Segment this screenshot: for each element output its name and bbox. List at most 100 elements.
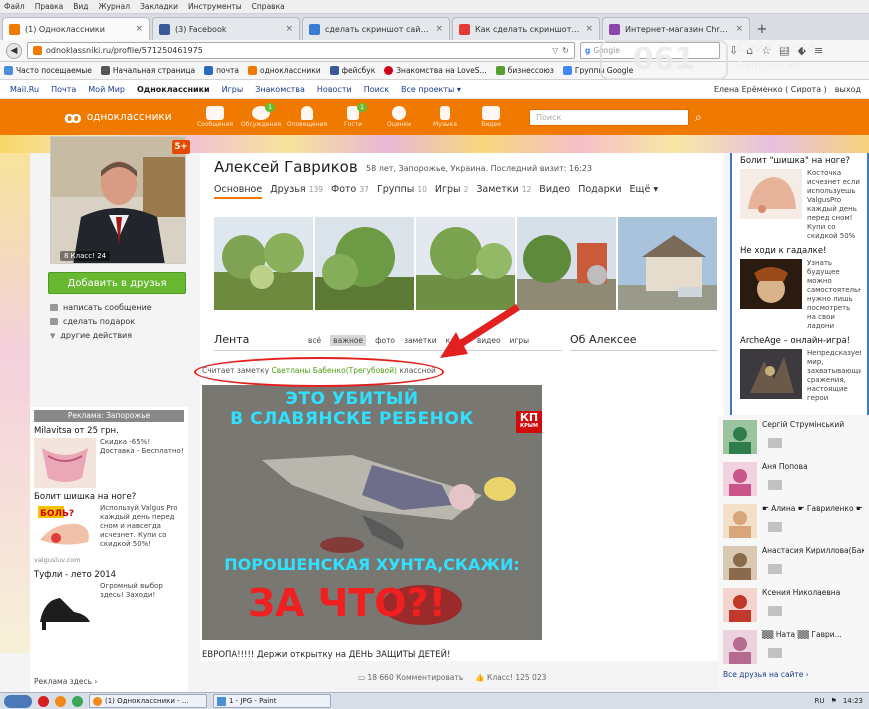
- menu-file[interactable]: Файл: [4, 2, 25, 11]
- tab-groups[interactable]: Группы 10: [377, 184, 427, 199]
- ads-here-link[interactable]: Реклама здесь ›: [30, 673, 101, 690]
- photo-thumbnail[interactable]: [416, 217, 515, 310]
- tab-chrome-store[interactable]: Интернет-магазин Chrome - ... ×: [602, 17, 750, 40]
- post-image[interactable]: ЭТО УБИТЫЙ В СЛАВЯНСКЕ РЕБЕНОК ПОРОШЕНСК…: [202, 385, 542, 640]
- filter-photo[interactable]: фото: [375, 336, 395, 346]
- message-icon[interactable]: [768, 564, 782, 574]
- tab-close-icon[interactable]: ×: [435, 24, 443, 34]
- menu-icon[interactable]: ≡: [814, 44, 823, 57]
- bookmark-loves[interactable]: Знакомства на LoveS...: [384, 66, 487, 75]
- bookmark-mail[interactable]: почта: [204, 66, 239, 75]
- tab-more[interactable]: Ещё ▾: [630, 184, 659, 199]
- new-tab-plus-icon[interactable]: +: [752, 18, 772, 40]
- message-icon[interactable]: [768, 438, 782, 448]
- profile-avatar[interactable]: [50, 136, 186, 264]
- ad-palmistry[interactable]: Не ходи к гадалке! Узнать будущее можно …: [732, 243, 867, 333]
- photo-thumbnail[interactable]: [618, 217, 717, 310]
- tab-close-icon[interactable]: ×: [135, 24, 143, 34]
- action-other[interactable]: ▼ другие действия: [50, 331, 152, 340]
- add-friend-button[interactable]: Добавить в друзья: [48, 272, 186, 294]
- nav-video[interactable]: Видео: [471, 106, 511, 128]
- tab-video[interactable]: Видео: [539, 184, 570, 199]
- photo-thumbnail[interactable]: [315, 217, 414, 310]
- ad-milavitsa[interactable]: Milavitsa от 25 грн. Скидка -65%! Достав…: [30, 426, 188, 488]
- back-arrow-icon[interactable]: ◀: [6, 42, 22, 59]
- firefox-icon[interactable]: [55, 695, 66, 707]
- start-button[interactable]: [4, 694, 32, 708]
- home-icon[interactable]: ⌂: [746, 44, 753, 57]
- friend-item[interactable]: Ксения Николаевна: [718, 584, 869, 626]
- chrome-icon[interactable]: [72, 695, 83, 707]
- link-mailru[interactable]: Mail.Ru: [10, 85, 39, 94]
- bookmark-frequent[interactable]: Часто посещаемые: [4, 66, 92, 75]
- photo-thumbnail[interactable]: [517, 217, 616, 310]
- friend-item[interactable]: Аня Попова: [718, 458, 869, 500]
- tab-games[interactable]: Игры 2: [435, 184, 468, 199]
- ok-search-input[interactable]: Поиск: [529, 108, 689, 126]
- action-write-message[interactable]: написать сообщение: [50, 303, 152, 312]
- bookmark-odnoklassniki[interactable]: одноклассники: [248, 66, 321, 75]
- link-poisk[interactable]: Поиск: [364, 85, 389, 94]
- nav-messages[interactable]: Сообщения: [195, 106, 235, 128]
- link-novosti[interactable]: Новости: [317, 85, 352, 94]
- tab-odnoklassniki[interactable]: (1) Одноклассники ×: [2, 17, 150, 40]
- filter-important[interactable]: важное: [330, 335, 367, 346]
- filter-all[interactable]: всё: [308, 336, 321, 346]
- tab-photos[interactable]: Фото 37: [331, 184, 369, 199]
- friend-item[interactable]: Сергій Струмінський: [718, 416, 869, 458]
- link-pochta[interactable]: Почта: [51, 85, 76, 94]
- tab-notes[interactable]: Заметки 12: [476, 184, 531, 199]
- link-igry[interactable]: Игры: [222, 85, 244, 94]
- bookmark-facebook[interactable]: фейсбук: [329, 66, 375, 75]
- menu-history[interactable]: Журнал: [99, 2, 131, 11]
- tab-how-screenshot[interactable]: Как сделать скриншот цело... ×: [452, 17, 600, 40]
- tab-facebook[interactable]: (3) Facebook ×: [152, 17, 300, 40]
- tab-close-icon[interactable]: ×: [735, 24, 743, 34]
- ad-valgus[interactable]: Болит шишка на ноге? БОЛЬ? Используй Val…: [30, 492, 188, 554]
- ad-source[interactable]: valgusluv.com: [30, 554, 188, 566]
- message-icon[interactable]: [768, 648, 782, 658]
- download-icon[interactable]: ⇩: [729, 44, 738, 57]
- link-znakomstva[interactable]: Знакомства: [255, 85, 305, 94]
- filter-notes[interactable]: заметки: [404, 336, 437, 346]
- class-like-link[interactable]: 👍 Класс! 125 023: [475, 673, 546, 682]
- friend-item[interactable]: ☛ Алина ☛ Гавриленко ☛: [718, 500, 869, 542]
- menu-help[interactable]: Справка: [252, 2, 285, 11]
- logout-link[interactable]: выход: [835, 85, 861, 94]
- all-friends-link[interactable]: Все друзья на сайте ›: [723, 670, 809, 679]
- bookmark-business[interactable]: бизнессоюз: [495, 66, 554, 75]
- comments-link[interactable]: ▭ 18 660 Комментировать: [358, 673, 463, 682]
- address-bar[interactable]: odnoklassniki.ru/profile/571250461975 ▽ …: [27, 42, 575, 59]
- current-user-name[interactable]: Елена Ерёменко ( Сирота ): [714, 85, 827, 94]
- link-all-projects[interactable]: Все проекты ▾: [401, 85, 461, 94]
- menu-view[interactable]: Вид: [73, 2, 88, 11]
- tab-main[interactable]: Основное: [214, 184, 263, 199]
- tab-gifts[interactable]: Подарки: [578, 184, 621, 199]
- dropdown-arrow-icon[interactable]: ▽: [552, 46, 558, 55]
- ad-shoes[interactable]: Туфли - лето 2014 Огромный выбор здесь! …: [30, 570, 188, 632]
- bookmark-homepage[interactable]: Начальная страница: [100, 66, 195, 75]
- friend-item[interactable]: Анастасия Кириллова(Бак...: [718, 542, 869, 584]
- nav-discussions[interactable]: 1 Обсуждения: [241, 103, 281, 128]
- menu-edit[interactable]: Правка: [35, 2, 64, 11]
- ad-archeage[interactable]: ArcheAge – онлайн-игра! Непредсказуемый …: [732, 333, 867, 405]
- link-moy-mir[interactable]: Мой Мир: [88, 85, 125, 94]
- five-plus-badge[interactable]: 5+: [172, 140, 190, 154]
- menu-bookmarks[interactable]: Закладки: [140, 2, 178, 11]
- tab-close-icon[interactable]: ×: [585, 24, 593, 34]
- star-bookmark-icon[interactable]: ☆: [761, 44, 771, 57]
- nav-music[interactable]: Музыка: [425, 106, 465, 128]
- browser-search-box[interactable]: g Google: [580, 42, 720, 59]
- ad-valgus-right[interactable]: Болит "шишка" на ноге? Косточка исчезнет…: [732, 153, 867, 243]
- search-icon[interactable]: ⌕: [695, 110, 702, 125]
- menu-tools[interactable]: Инструменты: [188, 2, 242, 11]
- tab-close-icon[interactable]: ×: [285, 24, 293, 34]
- bookmark-google-groups[interactable]: Группы Google: [562, 66, 633, 75]
- photo-thumbnail[interactable]: [214, 217, 313, 310]
- tray-flag-icon[interactable]: ⚑: [831, 697, 837, 705]
- opera-icon[interactable]: [38, 695, 49, 707]
- message-icon[interactable]: [768, 522, 782, 532]
- message-icon[interactable]: [768, 606, 782, 616]
- taskbar-paint-window[interactable]: 1 - JPG - Paint: [213, 694, 331, 708]
- nav-ratings[interactable]: Оценки: [379, 106, 419, 128]
